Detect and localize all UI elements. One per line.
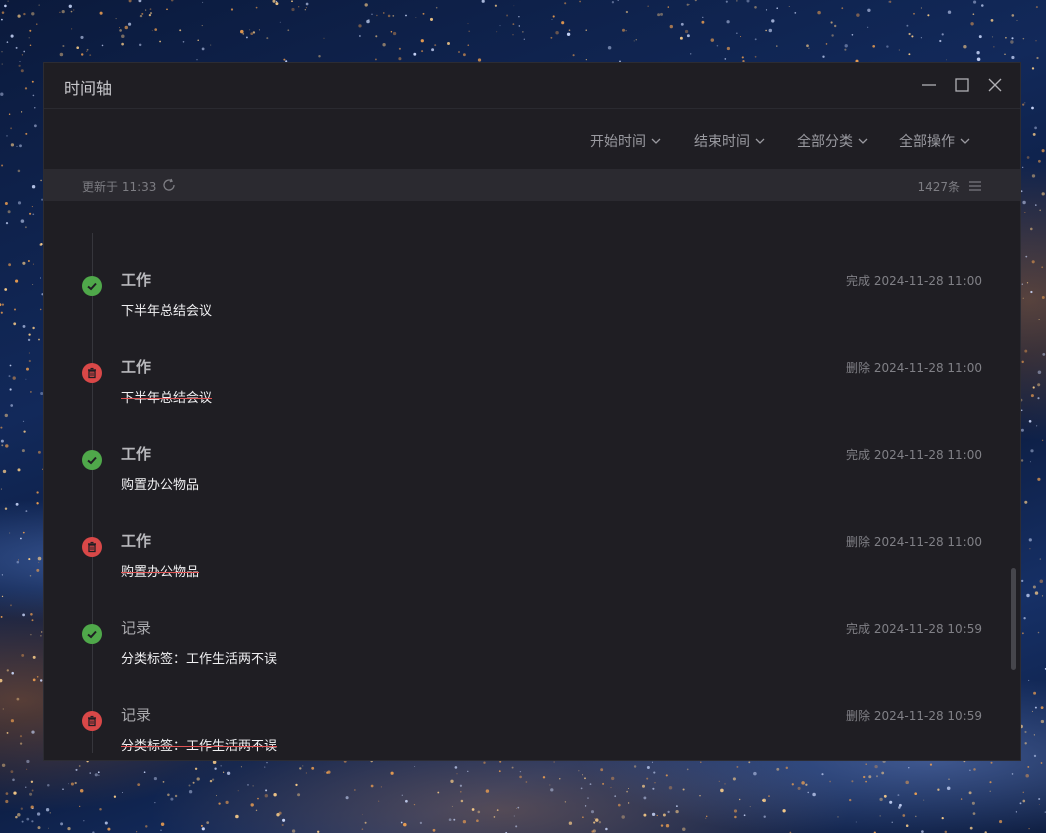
timeline-entry[interactable]: 记录 删除 2024-11-28 10:59 分类标签：工作生活两不误 (44, 704, 1020, 760)
entry-category: 工作 (121, 445, 152, 463)
filter-bar: 开始时间 结束时间 全部分类 全部操作 (44, 109, 1020, 169)
entry-category: 工作 (121, 358, 152, 376)
chevron-down-icon (755, 138, 765, 144)
filter-label: 全部操作 (899, 134, 955, 150)
check-circle-icon (82, 624, 102, 644)
action-filter[interactable]: 全部操作 (899, 131, 970, 151)
trash-icon (82, 537, 102, 557)
timeline-entry[interactable]: 记录 完成 2024-11-28 10:59 分类标签：工作生活两不误 (44, 617, 1020, 704)
list-menu-icon[interactable] (968, 178, 982, 197)
entry-action-time: 删除 2024-11-28 11:00 (846, 361, 982, 375)
entry-category: 记录 (121, 706, 152, 724)
timeline-list[interactable]: 工作 完成 2024-11-28 11:00 下半年总结会议 工作 删除 202… (44, 201, 1020, 760)
trash-icon (82, 363, 102, 383)
entry-content: 下半年总结会议 (121, 391, 213, 406)
status-bar: 更新于 11:33 1427条 (44, 169, 1020, 201)
entry-content: 分类标签：工作生活两不误 (121, 652, 278, 667)
end-time-filter[interactable]: 结束时间 (694, 131, 765, 151)
trash-icon (82, 711, 102, 731)
check-circle-icon (82, 276, 102, 296)
filter-label: 开始时间 (590, 134, 646, 150)
chevron-down-icon (858, 138, 868, 144)
maximize-icon[interactable] (953, 76, 971, 94)
entry-content: 购置办公物品 (121, 478, 200, 493)
entry-action-time: 完成 2024-11-28 11:00 (846, 274, 982, 288)
chevron-down-icon (960, 138, 970, 144)
close-icon[interactable] (986, 76, 1004, 94)
entry-action-time: 完成 2024-11-28 11:00 (846, 448, 982, 462)
scrollbar-thumb[interactable] (1011, 568, 1016, 670)
check-circle-icon (82, 450, 102, 470)
entry-content: 下半年总结会议 (121, 304, 213, 319)
entry-category: 记录 (121, 619, 152, 637)
timeline-entry[interactable]: 工作 完成 2024-11-28 11:00 下半年总结会议 (44, 269, 1020, 356)
timeline-window: 时间轴 开始时间 结束时间 全部分类 全部操作 更新于 11:33 1427条 … (43, 62, 1021, 761)
window-title: 时间轴 (64, 79, 113, 98)
entry-category: 工作 (121, 271, 152, 289)
filter-label: 结束时间 (694, 134, 750, 150)
refresh-icon[interactable] (162, 177, 176, 196)
timeline-entry[interactable]: 工作 完成 2024-11-28 11:00 购置办公物品 (44, 443, 1020, 530)
entry-content: 分类标签：工作生活两不误 (121, 739, 278, 754)
entry-category: 工作 (121, 532, 152, 550)
timeline-entry[interactable]: 工作 删除 2024-11-28 11:00 下半年总结会议 (44, 356, 1020, 443)
updated-time: 更新于 11:33 (82, 180, 157, 194)
entry-content: 购置办公物品 (121, 565, 200, 580)
title-bar[interactable]: 时间轴 (44, 63, 1020, 109)
timeline-entry[interactable]: 工作 删除 2024-11-28 11:00 购置办公物品 (44, 530, 1020, 617)
chevron-down-icon (651, 138, 661, 144)
category-filter[interactable]: 全部分类 (797, 131, 868, 151)
filter-label: 全部分类 (797, 134, 853, 150)
entry-action-time: 完成 2024-11-28 10:59 (846, 622, 982, 636)
start-time-filter[interactable]: 开始时间 (590, 131, 661, 151)
entry-action-time: 删除 2024-11-28 10:59 (846, 709, 982, 723)
record-count: 1427条 (917, 180, 960, 194)
minimize-icon[interactable] (920, 76, 938, 94)
entry-action-time: 删除 2024-11-28 11:00 (846, 535, 982, 549)
